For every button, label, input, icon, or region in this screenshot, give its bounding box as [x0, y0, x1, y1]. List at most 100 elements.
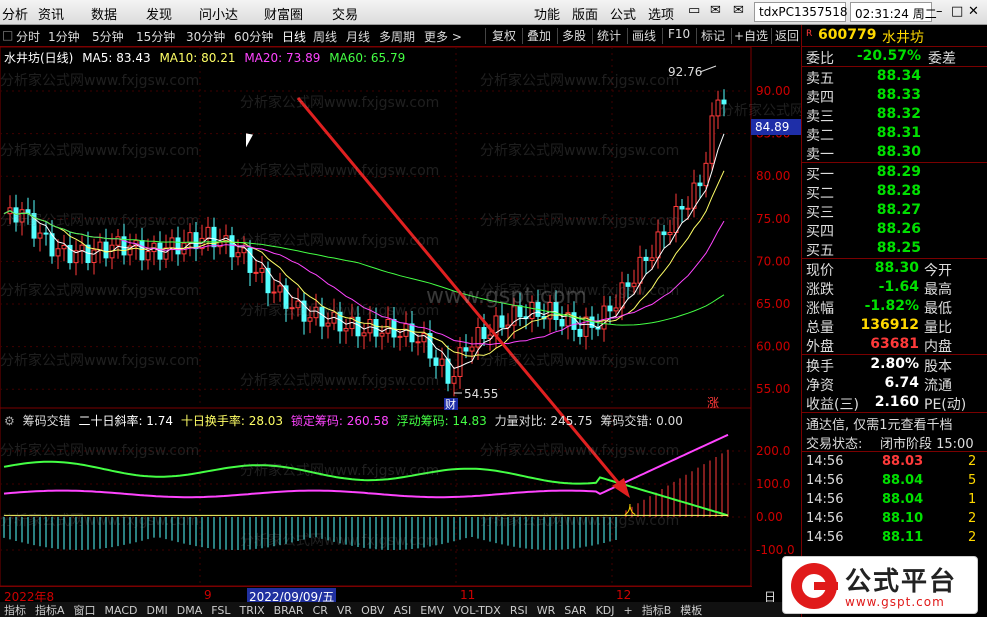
- sell-label: 卖二: [806, 128, 834, 144]
- price-tick-label: 55.00: [756, 382, 790, 396]
- maximize-icon[interactable]: □: [951, 4, 963, 19]
- indicator-tab[interactable]: MACD: [105, 604, 138, 617]
- indicator-tab[interactable]: 模板: [680, 604, 702, 617]
- candle-body: [685, 207, 691, 210]
- indicator-icon[interactable]: ⚙: [4, 414, 15, 428]
- candle-body: [325, 322, 331, 327]
- indicator-tab[interactable]: SAR: [564, 604, 586, 617]
- tick-volume: 2: [968, 454, 977, 469]
- sell-row[interactable]: 卖二 88.31: [802, 124, 987, 144]
- indicator-tab[interactable]: +: [624, 604, 633, 617]
- stat-extra: 股本: [924, 359, 952, 375]
- ma20-legend: MA20: 73.89: [244, 51, 321, 65]
- chart-annotations: 92.76 54.55 财 涨人: [296, 65, 719, 517]
- date-label: 9: [204, 588, 212, 602]
- tick-row: 14:56 88.10 2: [802, 509, 987, 528]
- kline-chart[interactable]: 90.0085.0080.0075.0070.0065.0060.0055.00…: [0, 0, 800, 602]
- indicator-tab[interactable]: 指标B: [642, 604, 672, 617]
- quote-header[interactable]: R 600779 水井坊: [802, 25, 987, 47]
- indicator-tab[interactable]: VR: [337, 604, 352, 617]
- close-icon[interactable]: ✕: [968, 4, 979, 19]
- candle-body: [367, 319, 373, 334]
- stat-value: -1.64: [878, 279, 919, 295]
- indicator-tab[interactable]: BRAR: [274, 604, 304, 617]
- candle-body: [631, 282, 637, 287]
- buy-row[interactable]: 买四 88.26: [802, 220, 987, 240]
- sell-price: 88.33: [876, 87, 921, 103]
- trade-status-value: 闭市阶段 15:00: [880, 437, 974, 451]
- price-tick-label: 80.00: [756, 169, 790, 183]
- indicator-tab[interactable]: DMI: [147, 604, 168, 617]
- tick-row: 14:56 88.04 1: [802, 490, 987, 509]
- mouse-cursor-icon: [246, 133, 253, 149]
- candle-body: [259, 267, 265, 273]
- indicator-tab[interactable]: KDJ: [596, 604, 615, 617]
- stat-row: 净资 6.74 流通: [802, 374, 987, 394]
- indicator-tab[interactable]: RSI: [510, 604, 528, 617]
- indicator-tab[interactable]: 窗口: [74, 604, 96, 617]
- buy-row[interactable]: 买二 88.28: [802, 182, 987, 202]
- buy-row[interactable]: 买三 88.27: [802, 201, 987, 221]
- candle-body: [313, 306, 319, 319]
- stat-label: 现价: [806, 263, 834, 279]
- notice-row[interactable]: 通达信, 仅需1元查看千档: [802, 413, 987, 432]
- candle-body: [289, 307, 295, 310]
- indicator-tab[interactable]: EMV: [420, 604, 444, 617]
- tick-list: 14:56 88.03 2 14:56 88.04 5 14:56 88.04 1 14:56 88…: [802, 452, 987, 547]
- candle-body: [553, 301, 559, 321]
- tick-volume: 1: [968, 492, 977, 507]
- indicator-tab[interactable]: 指标: [4, 604, 26, 617]
- stat-row: 总量 136912 量比: [802, 316, 987, 336]
- sell-row[interactable]: 卖一 88.30: [802, 143, 987, 163]
- candle-body: [529, 301, 535, 320]
- person-mark: 人: [624, 503, 636, 517]
- sell-price: 88.32: [876, 106, 921, 122]
- indicator-name[interactable]: 筹码交错: [23, 414, 71, 428]
- logo-title: 公式平台: [845, 567, 958, 597]
- indicator-tab[interactable]: TRIX: [239, 604, 264, 617]
- logo-url: www.gspt.com: [845, 595, 945, 609]
- tick-time: 14:56: [806, 473, 844, 488]
- stat-extra: PE(动): [924, 397, 967, 413]
- notice-text[interactable]: 通达信, 仅需1元查看千档: [806, 414, 953, 432]
- price-tick-label: 70.00: [756, 254, 790, 268]
- indicator-tab[interactable]: FSL: [211, 604, 230, 617]
- sell-row[interactable]: 卖四 88.33: [802, 86, 987, 106]
- ma-legend: 水井坊(日线) MA5: 83.43 MA10: 80.21 MA20: 73.…: [4, 49, 410, 66]
- indicator-tab[interactable]: CR: [313, 604, 328, 617]
- buy-label: 买一: [806, 167, 834, 183]
- candle-body: [145, 251, 151, 261]
- date-label: 11: [460, 588, 476, 602]
- candle-body: [463, 347, 469, 352]
- candle-body: [97, 241, 103, 251]
- indicator-tab[interactable]: 指标A: [35, 604, 65, 617]
- candle-body: [667, 232, 673, 236]
- sell-row[interactable]: 卖三 88.32: [802, 105, 987, 125]
- indicator-tab[interactable]: WR: [537, 604, 556, 617]
- indicator-tab[interactable]: VOL-TDX: [453, 604, 501, 617]
- date-axis: 2022年8 9 2022/09/09/五 11 12 日: [0, 586, 776, 605]
- candle-body: [235, 252, 241, 258]
- clock-box: 02:31:24 周二: [850, 2, 937, 22]
- stat-extra: 内盘: [924, 339, 952, 355]
- minimize-icon[interactable]: –: [936, 4, 943, 19]
- candle-body: [115, 236, 121, 246]
- red-arrow-line: [296, 97, 628, 493]
- indicator-tab[interactable]: OBV: [361, 604, 384, 617]
- sell-label: 卖五: [806, 71, 834, 87]
- candle-body: [643, 256, 649, 261]
- indicator-tick-label: 100.0: [756, 477, 790, 491]
- candlestick-series: [7, 89, 727, 397]
- stat-extra: 流通: [924, 378, 952, 394]
- tick-volume: 5: [968, 473, 977, 488]
- candle-body: [439, 358, 445, 366]
- sell-row[interactable]: 卖五 88.34: [802, 67, 987, 87]
- buy-row[interactable]: 买一 88.29: [802, 163, 987, 183]
- sell-price: 88.34: [876, 68, 921, 84]
- quote-panel: R 600779 水井坊 委比 -20.57% 委差 卖五 88.34 卖四 88.3…: [801, 25, 987, 617]
- indicator-tab[interactable]: DMA: [177, 604, 203, 617]
- logo-icon: [791, 563, 838, 609]
- indicator-tab[interactable]: ASI: [393, 604, 411, 617]
- candle-body: [361, 332, 367, 337]
- buy-row[interactable]: 买五 88.25: [802, 239, 987, 259]
